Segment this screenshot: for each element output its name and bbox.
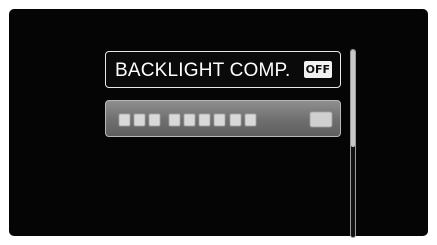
scrollbar-track[interactable] bbox=[350, 49, 356, 238]
obscured-status-badge bbox=[310, 112, 332, 127]
menu-item-label: BACKLIGHT COMP. bbox=[115, 60, 291, 81]
camera-menu-screen: BACKLIGHT COMP. OFF bbox=[9, 9, 428, 238]
obscured-label-word-1 bbox=[119, 114, 160, 126]
obscured-label-word-3 bbox=[230, 114, 256, 126]
obscured-label-word-2 bbox=[169, 114, 225, 126]
off-status-badge: OFF bbox=[303, 61, 332, 78]
menu-item-obscured[interactable] bbox=[105, 100, 341, 137]
scrollbar-thumb[interactable] bbox=[351, 50, 355, 147]
menu-item-backlight-comp[interactable]: BACKLIGHT COMP. OFF bbox=[105, 51, 341, 88]
